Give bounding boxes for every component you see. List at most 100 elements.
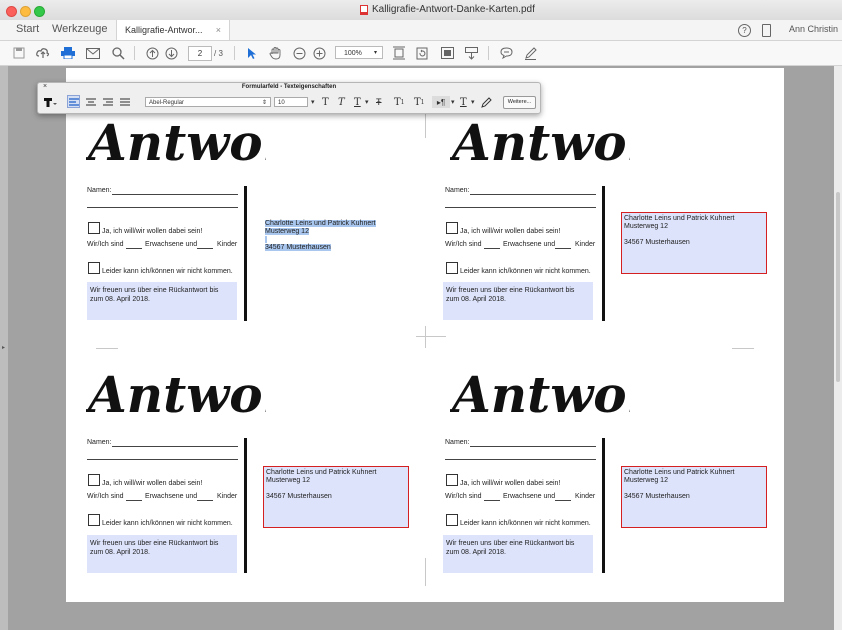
card-title-text: Antwort: [86, 365, 266, 422]
reply-note-field[interactable]: Wir freuen uns über eine Rückantwort bis…: [87, 282, 237, 320]
chevron-down-icon[interactable]: ▾: [451, 96, 455, 108]
card-divider: [602, 186, 605, 321]
document-tab-label: Kalligrafie-Antwor...: [125, 25, 203, 35]
reply-note-field[interactable]: Wir freuen uns über eine Rückantwort bis…: [87, 535, 237, 573]
zoom-select[interactable]: 100% ▾: [335, 46, 383, 59]
tab-close-icon[interactable]: ×: [216, 25, 221, 35]
mobile-icon[interactable]: [762, 24, 771, 37]
scrollbar-thumb[interactable]: [836, 192, 840, 382]
nav-start[interactable]: Start: [16, 23, 39, 35]
align-justify-icon[interactable]: [120, 96, 130, 108]
user-name[interactable]: Ann Christin: [789, 24, 838, 34]
chevron-down-icon[interactable]: ▾: [471, 96, 475, 108]
no-label: Leider kann ich/können wir nicht kommen.: [102, 520, 233, 527]
window-title: Kalligrafie-Antwort-Danke-Karten.pdf: [360, 4, 535, 15]
no-label: Leider kann ich/können wir nicht kommen.: [460, 268, 591, 275]
no-checkbox[interactable]: [446, 262, 458, 274]
document-canvas[interactable]: ▸ Antwort Namen: Ja, ich will/wir wollen…: [0, 66, 842, 630]
page-down-icon[interactable]: [164, 45, 178, 61]
adults-count-line: [126, 500, 142, 501]
yes-checkbox[interactable]: [88, 222, 100, 234]
help-icon[interactable]: ?: [738, 24, 751, 37]
align-center-icon[interactable]: [86, 96, 96, 108]
zoom-out-icon[interactable]: [292, 45, 306, 61]
address-line-3: 34567 Musterhausen: [624, 493, 690, 500]
no-checkbox[interactable]: [446, 514, 458, 526]
hand-icon[interactable]: [268, 45, 282, 61]
count-adults-label: Erwachsene und: [503, 493, 556, 500]
text-properties-panel[interactable]: × Formularfeld - Texteigenschaften Abel-…: [37, 82, 541, 114]
cut-mark: [425, 326, 426, 348]
zoom-in-icon[interactable]: [312, 45, 326, 61]
document-tab[interactable]: Kalligrafie-Antwor... ×: [116, 20, 230, 40]
no-checkbox[interactable]: [88, 262, 100, 274]
more-button[interactable]: Weitere...: [503, 96, 536, 109]
rotate-icon[interactable]: [415, 45, 429, 61]
address-field[interactable]: Charlotte Leins und Patrick Kuhnert Must…: [621, 466, 767, 528]
print-icon[interactable]: [61, 45, 75, 61]
font-larger-icon[interactable]: T: [322, 96, 329, 108]
count-adults-label: Erwachsene und: [145, 241, 198, 248]
names-line: [445, 207, 596, 208]
no-checkbox[interactable]: [88, 514, 100, 526]
address-line-3: 34567 Musterhausen: [265, 244, 331, 251]
superscript-icon[interactable]: T1: [394, 96, 405, 108]
yes-checkbox[interactable]: [88, 474, 100, 486]
fit-page-icon[interactable]: [392, 45, 406, 61]
select-arrow-icon[interactable]: [246, 45, 258, 61]
zoom-window-button[interactable]: [34, 6, 45, 17]
pen-icon[interactable]: [523, 45, 537, 61]
paragraph-direction-icon[interactable]: ▸¶: [432, 96, 450, 108]
no-label: Leider kann ich/können wir nicht kommen.: [460, 520, 591, 527]
chevron-down-icon[interactable]: ▾: [365, 96, 369, 108]
names-label: Namen:: [445, 439, 470, 446]
upload-icon[interactable]: [36, 45, 50, 61]
address-field[interactable]: Charlotte Leins und Patrick Kuhnert Must…: [621, 212, 767, 274]
minimize-window-button[interactable]: [20, 6, 31, 17]
page-number-input[interactable]: 2: [188, 46, 212, 61]
names-line: [445, 459, 596, 460]
mail-icon[interactable]: [86, 45, 100, 61]
yes-label: Ja, ich will/wir wollen dabei sein!: [102, 480, 203, 487]
nav-tools[interactable]: Werkzeuge: [52, 23, 107, 35]
zoom-value: 100%: [344, 50, 362, 57]
strikethrough-icon[interactable]: Ŧ: [376, 96, 382, 108]
underline-icon[interactable]: T: [354, 96, 361, 108]
save-icon[interactable]: [12, 45, 26, 61]
reply-note-field[interactable]: Wir freuen uns über eine Rückantwort bis…: [443, 535, 593, 573]
reply-note-field[interactable]: Wir freuen uns über eine Rückantwort bis…: [443, 282, 593, 320]
italic-icon[interactable]: T: [338, 96, 345, 108]
close-window-button[interactable]: [6, 6, 17, 17]
reply-note-line: zum 08. April 2018.: [90, 549, 150, 556]
scroll-mode-icon[interactable]: [464, 45, 478, 61]
count-prefix: Wir/Ich sind: [445, 493, 482, 500]
text-style-icon[interactable]: T: [460, 96, 467, 108]
search-icon[interactable]: [111, 45, 125, 61]
yes-checkbox[interactable]: [446, 474, 458, 486]
kids-count-line: [197, 500, 213, 501]
pen-icon[interactable]: [481, 96, 492, 108]
address-line-1: Charlotte Leins und Patrick Kuhnert: [266, 469, 377, 476]
subscript-icon[interactable]: T1: [414, 96, 425, 108]
cut-mark: [416, 336, 446, 337]
vertical-scrollbar[interactable]: [834, 66, 842, 630]
page-up-icon[interactable]: [145, 45, 159, 61]
card-divider: [244, 186, 247, 321]
yes-checkbox[interactable]: [446, 222, 458, 234]
text-color-icon[interactable]: [43, 96, 57, 108]
align-right-icon[interactable]: [103, 96, 113, 108]
address-line-3: 34567 Musterhausen: [624, 239, 690, 246]
comment-icon[interactable]: [499, 45, 513, 61]
address-field[interactable]: Charlotte Leins und Patrick Kuhnert Must…: [263, 466, 409, 528]
fullscreen-icon[interactable]: [440, 45, 454, 61]
chevron-down-icon[interactable]: ▾: [311, 96, 315, 108]
font-size-select[interactable]: 10: [274, 97, 308, 107]
card-title-text: Antwort: [450, 365, 630, 422]
address-field-selected[interactable]: Charlotte Leins und Patrick Kuhnert Must…: [263, 218, 409, 280]
font-select[interactable]: Abel-Regular ⇕: [145, 97, 271, 107]
adults-count-line: [484, 248, 500, 249]
align-left-icon[interactable]: [69, 96, 79, 108]
card-title-antwort: Antwort: [448, 360, 676, 424]
main-toolbar: 2 / 3 100% ▾: [0, 41, 842, 66]
left-pane-handle[interactable]: ▸: [0, 66, 8, 630]
